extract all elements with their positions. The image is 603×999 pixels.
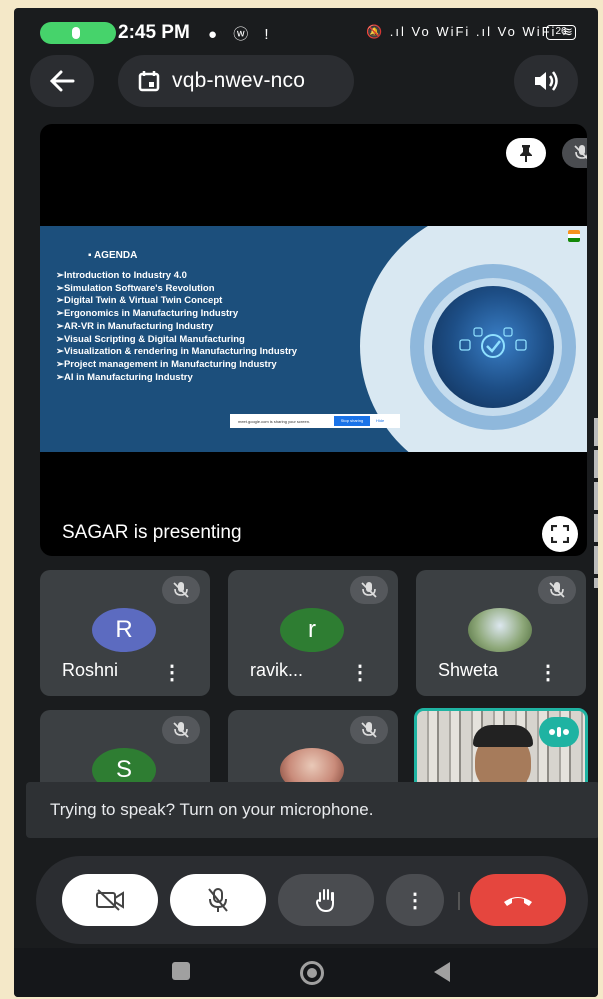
mic-off-icon	[538, 576, 576, 604]
participant-name: Roshni	[62, 660, 119, 680]
slide-title: ▪ AGENDA	[88, 250, 138, 261]
mic-hint-toast: Trying to speak? Turn on your microphone…	[26, 782, 598, 838]
agenda-item: ➢Introduction to Industry 4.0	[56, 270, 187, 281]
toast-message: Trying to speak? Turn on your microphone…	[50, 800, 374, 819]
app-frame: 2:45 PM ● ⓦ ! 🔕 .ıl Vo WiFi .ıl Vo WiFi …	[14, 8, 598, 997]
meeting-info-button[interactable]: vqb-nwev-nco	[118, 55, 354, 107]
scrollbar[interactable]	[594, 418, 598, 588]
mic-off-icon	[162, 716, 200, 744]
agenda-item: ➢Simulation Software's Revolution	[56, 282, 215, 294]
muted-icon	[562, 138, 587, 168]
mic-off-icon	[208, 888, 228, 912]
participant-more-button[interactable]: ⋮	[350, 660, 370, 685]
end-call-button[interactable]	[470, 874, 566, 926]
mic-toggle-button[interactable]	[170, 874, 266, 926]
slide-title-text: AGENDA	[93, 250, 138, 261]
recents-button[interactable]	[172, 962, 190, 980]
participant-tile[interactable]: R Roshni ⋮	[40, 570, 210, 696]
stop-sharing-label: Stop sharing	[334, 416, 370, 426]
agenda-item: ➢Ergonomics in Manufacturing Industry	[56, 308, 239, 320]
pin-button[interactable]	[506, 138, 546, 168]
hang-up-icon	[504, 897, 532, 906]
participant-name: Shweta	[438, 660, 499, 680]
speaking-indicator-icon	[539, 717, 579, 747]
checkmark-icon	[459, 327, 527, 358]
hide-label: Hide	[376, 418, 385, 423]
system-nav-bar	[14, 948, 598, 997]
agenda-item: ➢AR-VR in Manufacturing Industry	[56, 320, 214, 332]
slide-tech-image	[432, 286, 554, 408]
avatar: R	[92, 608, 156, 652]
agenda-item: ➢Digital Twin & Virtual Twin Concept	[56, 295, 223, 307]
status-bar: 2:45 PM ● ⓦ ! 🔕 .ıl Vo WiFi .ıl Vo WiFi …	[14, 8, 598, 54]
agenda-item: ➢AI in Manufacturing Industry	[56, 371, 193, 383]
raise-hand-button[interactable]	[278, 874, 374, 926]
agenda-item: ➢Project management in Manufacturing Ind…	[56, 358, 277, 370]
participant-tile[interactable]: Shweta ⋮	[416, 570, 586, 696]
back-nav-button[interactable]	[434, 962, 450, 982]
avatar: r	[280, 608, 344, 652]
calendar-icon	[138, 71, 160, 92]
mic-icon	[72, 27, 80, 39]
shared-slide: ▪ AGENDA ➢Introduction to Industry 4.0 ➢…	[40, 226, 587, 452]
back-button[interactable]	[30, 55, 94, 107]
screen-share-bar: meet.google.com is sharing your screen. …	[230, 414, 400, 428]
presenter-label: SAGAR is presenting	[62, 522, 242, 543]
signal-icons: 🔕 .ıl Vo WiFi .ıl Vo WiFi ≋	[366, 24, 575, 39]
home-button[interactable]	[300, 961, 324, 985]
participant-name: ravik...	[250, 660, 304, 680]
participant-more-button[interactable]: ⋮	[538, 660, 558, 685]
call-controls-bar: ⋮	[36, 856, 588, 944]
participant-more-button[interactable]: ⋮	[162, 660, 182, 685]
participant-video-hair	[473, 725, 533, 747]
speaker-button[interactable]	[514, 55, 578, 107]
status-time: 2:45 PM	[118, 22, 190, 43]
camera-off-icon	[96, 889, 124, 911]
slide-logo	[568, 230, 580, 242]
meeting-code: vqb-nwev-nco	[172, 69, 306, 92]
mic-off-icon	[574, 145, 587, 160]
pin-icon	[520, 145, 532, 162]
fullscreen-icon	[551, 525, 569, 543]
agenda-item: ➢Visualization & rendering in Manufactur…	[56, 346, 298, 358]
mic-off-icon	[350, 716, 388, 744]
avatar-photo	[468, 608, 532, 652]
speaker-icon	[535, 71, 558, 91]
mic-off-icon	[162, 576, 200, 604]
presentation-tile[interactable]: ▪ AGENDA ➢Introduction to Industry 4.0 ➢…	[40, 124, 587, 556]
fullscreen-button[interactable]	[542, 516, 578, 552]
camera-toggle-button[interactable]	[62, 874, 158, 926]
agenda-list: ➢Introduction to Industry 4.0 ➢Simulatio…	[56, 270, 297, 384]
divider	[458, 892, 460, 910]
agenda-item: ➢Visual Scripting & Digital Manufacturin…	[56, 333, 245, 345]
mic-off-icon	[350, 576, 388, 604]
arrow-left-icon	[49, 70, 75, 92]
hand-icon	[315, 889, 334, 913]
battery-icon: 26	[546, 25, 576, 40]
share-bar-text: meet.google.com is sharing your screen.	[238, 418, 311, 424]
participant-tile[interactable]: r ravik... ⋮	[228, 570, 398, 696]
notification-icons: ● ⓦ !	[208, 26, 275, 43]
more-options-button[interactable]: ⋮	[386, 874, 444, 926]
active-mic-indicator[interactable]	[40, 22, 116, 44]
